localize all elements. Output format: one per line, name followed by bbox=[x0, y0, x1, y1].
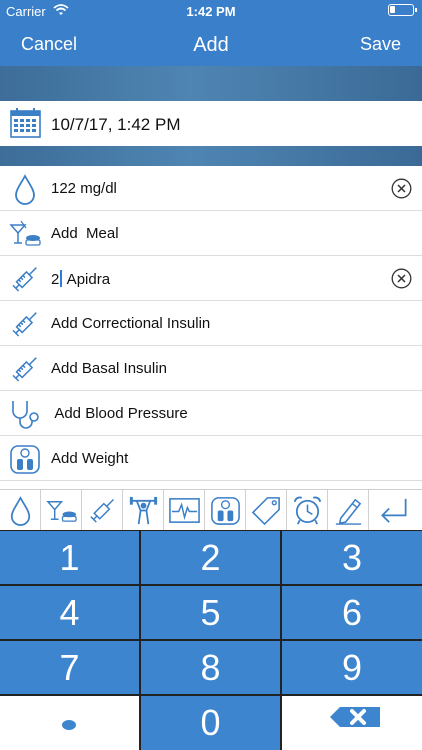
meal-label: Add Meal bbox=[51, 225, 119, 242]
key-6[interactable]: 6 bbox=[282, 586, 422, 639]
status-time: 1:42 PM bbox=[186, 4, 236, 19]
key-2[interactable]: 2 bbox=[141, 531, 280, 584]
insulin-units: 2 bbox=[51, 271, 60, 288]
clear-icon[interactable] bbox=[391, 268, 412, 289]
delete-icon bbox=[330, 707, 380, 727]
key-0[interactable]: 0 bbox=[141, 696, 280, 750]
key-3[interactable]: 3 bbox=[282, 531, 422, 584]
glucose-value: 122 mg/dl bbox=[51, 180, 117, 197]
battery-level bbox=[390, 6, 395, 13]
syringe-icon bbox=[90, 499, 114, 523]
scale-icon bbox=[211, 497, 240, 525]
nav-header: Carrier 1:42 PM Cancel Add Save bbox=[0, 0, 422, 66]
stethoscope-icon bbox=[12, 401, 39, 429]
toolbar-reminder-button[interactable] bbox=[287, 490, 328, 531]
syringe-icon bbox=[12, 312, 37, 337]
key-4[interactable]: 4 bbox=[0, 586, 139, 639]
section-band bbox=[0, 146, 422, 166]
toolbar-weight-button[interactable] bbox=[205, 490, 246, 531]
scale-icon bbox=[10, 445, 40, 474]
syringe-icon bbox=[12, 357, 37, 382]
header-band bbox=[0, 66, 422, 101]
weight-label: Add Weight bbox=[51, 450, 129, 467]
number-keypad: 1 2 3 4 5 6 7 8 9 0 bbox=[0, 530, 422, 750]
toolbar-meal-button[interactable] bbox=[41, 490, 82, 531]
toolbar-glucose-button[interactable] bbox=[0, 490, 41, 531]
correctional-insulin-row[interactable]: Add Correctional Insulin bbox=[0, 301, 422, 346]
tag-icon bbox=[251, 497, 280, 526]
key-1[interactable]: 1 bbox=[0, 531, 139, 584]
toolbar-heart-rate-button[interactable] bbox=[164, 490, 205, 531]
insulin-row[interactable]: 2 Apidra bbox=[0, 256, 422, 301]
key-9[interactable]: 9 bbox=[282, 641, 422, 694]
heart-monitor-icon bbox=[169, 498, 200, 523]
basal-insulin-row[interactable]: Add Basal Insulin bbox=[0, 346, 422, 391]
insulin-value[interactable]: 2 Apidra bbox=[51, 270, 110, 288]
blood-pressure-row[interactable]: Add Blood Pressure bbox=[0, 391, 422, 436]
toolbar-tag-button[interactable] bbox=[246, 490, 287, 531]
toolbar-insulin-button[interactable] bbox=[82, 490, 123, 531]
toolbar-note-button[interactable] bbox=[328, 490, 369, 531]
status-bar: Carrier 1:42 PM bbox=[0, 0, 422, 22]
toolbar-return-button[interactable] bbox=[369, 490, 422, 531]
correctional-insulin-label: Add Correctional Insulin bbox=[51, 315, 211, 332]
key-decimal[interactable] bbox=[0, 696, 139, 750]
date-time-value: 10/7/17, 1:42 PM bbox=[51, 115, 181, 134]
toolbar-exercise-button[interactable] bbox=[123, 490, 164, 531]
insulin-type: Apidra bbox=[63, 271, 111, 288]
save-button[interactable]: Save bbox=[360, 34, 401, 55]
entry-type-toolbar bbox=[0, 489, 422, 531]
battery-icon bbox=[388, 4, 417, 16]
meal-row[interactable]: Add Meal bbox=[0, 211, 422, 256]
exercise-icon bbox=[129, 496, 158, 525]
syringe-icon bbox=[12, 267, 37, 292]
return-icon bbox=[381, 498, 407, 523]
blood-drop-icon bbox=[10, 496, 31, 526]
cancel-button[interactable]: Cancel bbox=[21, 34, 77, 55]
calendar-icon bbox=[10, 108, 41, 138]
basal-insulin-label: Add Basal Insulin bbox=[51, 360, 167, 377]
weight-row[interactable]: Add Weight bbox=[0, 436, 422, 481]
meal-icon bbox=[46, 501, 77, 522]
clear-icon[interactable] bbox=[391, 178, 412, 199]
key-7[interactable]: 7 bbox=[0, 641, 139, 694]
key-5[interactable]: 5 bbox=[141, 586, 280, 639]
glucose-row[interactable]: 122 mg/dl bbox=[0, 166, 422, 211]
blood-pressure-label: Add Blood Pressure bbox=[51, 405, 188, 422]
alarm-clock-icon bbox=[293, 496, 322, 525]
date-time-row[interactable]: 10/7/17, 1:42 PM bbox=[0, 101, 422, 146]
blood-drop-icon bbox=[15, 174, 35, 205]
key-delete[interactable] bbox=[282, 696, 422, 750]
meal-icon bbox=[9, 220, 41, 246]
key-8[interactable]: 8 bbox=[141, 641, 280, 694]
decimal-point-icon bbox=[62, 720, 76, 730]
note-pencil-icon bbox=[335, 498, 362, 525]
